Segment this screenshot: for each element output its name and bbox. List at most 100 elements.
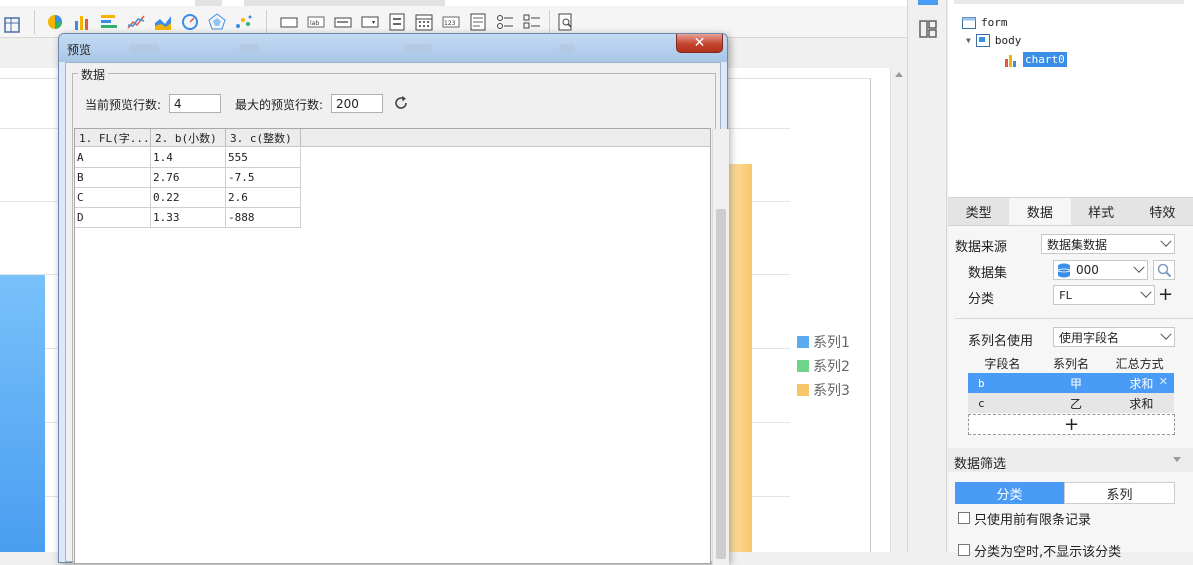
legend-item[interactable]: 系列3: [797, 380, 850, 400]
horizontal-bar-icon[interactable]: [100, 13, 118, 31]
tab-effect[interactable]: 特效: [1132, 198, 1193, 225]
series-row[interactable]: c 乙 求和: [968, 393, 1174, 413]
combobox-widget-icon[interactable]: [361, 13, 379, 31]
tree-toolbar: [954, 0, 1184, 4]
number-widget-icon[interactable]: 123: [442, 13, 460, 31]
checkbox-group-icon[interactable]: [523, 13, 541, 31]
aggregate-cell[interactable]: 求和: [1109, 395, 1174, 412]
scrollbar-thumb[interactable]: [716, 209, 726, 559]
radar-chart-icon[interactable]: [208, 13, 226, 31]
series-name-cell[interactable]: 乙: [1043, 395, 1108, 412]
current-rows-input[interactable]: 4: [169, 94, 221, 113]
area-chart-icon[interactable]: [154, 13, 172, 31]
tree-node-body[interactable]: ▼ body: [966, 34, 1021, 47]
grid-cell[interactable]: C: [75, 188, 151, 208]
category-select[interactable]: FL: [1053, 285, 1155, 305]
delete-row-icon[interactable]: ✕: [1159, 375, 1168, 388]
grid-cell[interactable]: 2.76: [151, 168, 226, 188]
toolbar-divider: [266, 10, 267, 34]
grid-cell[interactable]: -7.5: [226, 168, 301, 188]
tree-node-form[interactable]: form: [962, 16, 1008, 29]
line-chart-icon[interactable]: [127, 13, 145, 31]
series-name-select[interactable]: 使用字段名: [1053, 327, 1175, 347]
grid-scrollbar[interactable]: [712, 129, 729, 565]
refresh-icon: [395, 96, 407, 109]
column-header: 汇总方式: [1115, 357, 1164, 371]
tab-segment[interactable]: [0, 0, 195, 6]
svg-text:123: 123: [444, 20, 456, 27]
gauge-icon[interactable]: [181, 13, 199, 31]
layout-panel-icon[interactable]: [919, 20, 937, 41]
radio-group-icon[interactable]: [496, 13, 514, 31]
legend-item[interactable]: 系列2: [797, 356, 850, 376]
grid-cell[interactable]: 1.4: [151, 148, 226, 168]
textarea-widget-icon[interactable]: [469, 13, 487, 31]
grid-cell[interactable]: -888: [226, 208, 301, 228]
tree-combo-icon[interactable]: [388, 13, 406, 31]
expand-arrow-icon[interactable]: ▼: [966, 36, 971, 45]
category-value: FL: [1059, 288, 1073, 302]
tab-data[interactable]: 数据: [1009, 198, 1071, 225]
close-icon: ✕: [693, 35, 706, 51]
max-rows-input[interactable]: 200: [331, 94, 383, 113]
tab-segment[interactable]: [222, 0, 244, 6]
search-widget-icon[interactable]: [557, 13, 575, 31]
collapse-arrow-icon[interactable]: [1173, 457, 1181, 462]
dataset-label: 数据集: [968, 266, 1008, 281]
legend-item[interactable]: 系列1: [797, 332, 850, 352]
filter-tab-series[interactable]: 系列: [1064, 482, 1175, 504]
textfield-widget-icon[interactable]: [334, 13, 352, 31]
scroll-up-icon[interactable]: [895, 72, 903, 77]
bar-chart-icon[interactable]: [73, 13, 91, 31]
grid-cell[interactable]: 0.22: [151, 188, 226, 208]
date-widget-icon[interactable]: [415, 13, 433, 31]
scatter-chart-icon[interactable]: [235, 13, 253, 31]
pie-chart-icon[interactable]: [46, 13, 64, 31]
search-dataset-button[interactable]: [1153, 260, 1175, 280]
dataset-select[interactable]: 000: [1053, 260, 1148, 280]
filter-section-header[interactable]: 数据筛选: [948, 448, 1193, 472]
legend-label: 系列2: [813, 359, 850, 375]
table-icon[interactable]: [3, 15, 21, 33]
column-header-b[interactable]: 2. b(小数): [151, 129, 226, 147]
chevron-down-icon: [1133, 261, 1145, 273]
tab-strip: [0, 0, 907, 6]
add-category-button[interactable]: +: [1158, 286, 1173, 304]
chart-bar-series3: [728, 164, 752, 552]
button-widget-icon[interactable]: [280, 13, 298, 31]
widget-panel-icon[interactable]: [918, 0, 938, 5]
grid-cell[interactable]: A: [75, 148, 151, 168]
hide-empty-label: 分类为空时,不显示该分类: [974, 545, 1122, 560]
tab-type[interactable]: 类型: [948, 198, 1009, 225]
grid-cell[interactable]: 2.6: [226, 188, 301, 208]
preview-dialog: 预览 ✕ 数据 当前预览行数: 4 最大的预览行数: 200 1. FL(字..…: [58, 33, 729, 565]
side-icon-bar: [907, 0, 947, 552]
close-button[interactable]: ✕: [676, 34, 723, 53]
tab-segment[interactable]: [445, 0, 907, 6]
series-name-cell[interactable]: 甲: [1043, 375, 1108, 392]
datasource-value: 数据集数据: [1047, 237, 1108, 252]
grid-cell[interactable]: 1.33: [151, 208, 226, 228]
grid-cell[interactable]: D: [75, 208, 151, 228]
tree-node-chart[interactable]: chart0: [1004, 52, 1067, 67]
hide-empty-checkbox[interactable]: [958, 544, 970, 556]
grid-cell[interactable]: B: [75, 168, 151, 188]
canvas-scrollbar[interactable]: [890, 68, 907, 552]
grid-cell[interactable]: 555: [226, 148, 301, 168]
label-widget-icon[interactable]: lab: [307, 13, 325, 31]
filter-tab-category[interactable]: 分类: [955, 482, 1064, 504]
column-header-c[interactable]: 3. c(整数): [226, 129, 301, 147]
column-header: 字段名: [984, 357, 1021, 371]
limit-records-checkbox[interactable]: [958, 512, 970, 524]
max-rows-value: 200: [336, 96, 359, 111]
dialog-titlebar[interactable]: 预览: [59, 34, 727, 62]
category-label: 分类: [968, 292, 995, 307]
tab-style[interactable]: 样式: [1071, 198, 1132, 225]
search-icon: [1157, 263, 1172, 278]
column-header-fl[interactable]: 1. FL(字...: [75, 129, 151, 147]
dataset-value: 000: [1076, 263, 1099, 277]
datasource-select[interactable]: 数据集数据: [1041, 234, 1175, 254]
add-series-button[interactable]: +: [968, 414, 1175, 435]
series-row-selected[interactable]: b 甲 求和 ✕: [968, 373, 1174, 393]
refresh-button[interactable]: [393, 95, 411, 113]
